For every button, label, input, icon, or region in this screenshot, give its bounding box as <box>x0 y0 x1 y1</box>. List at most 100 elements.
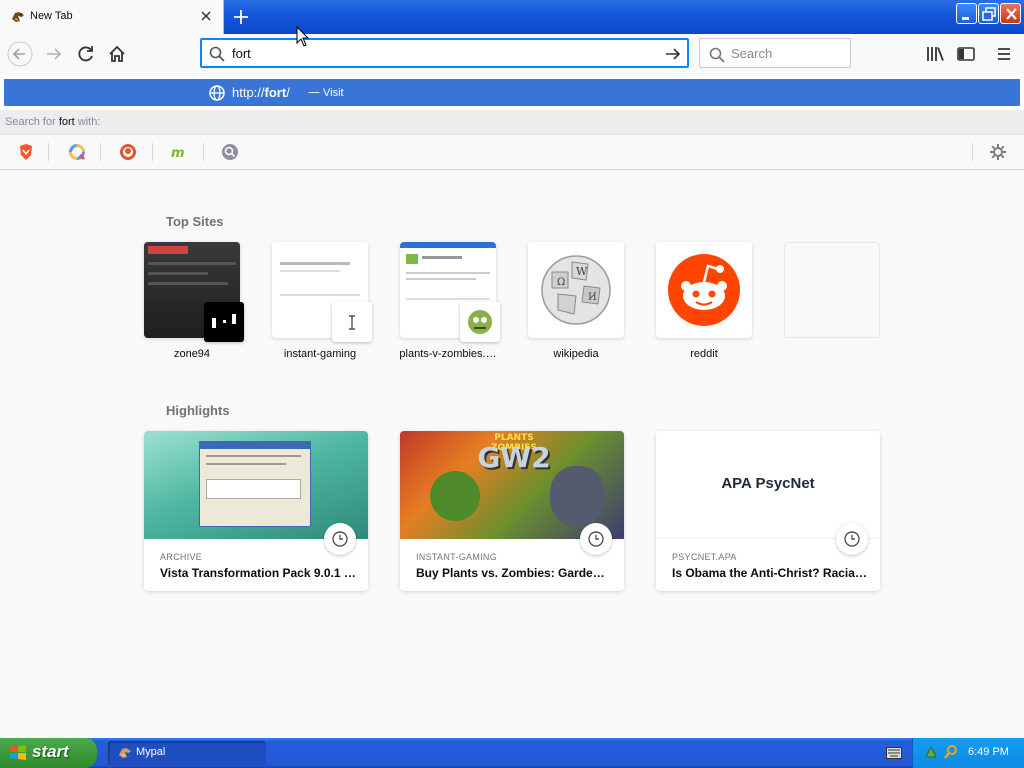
highlight-source: PSYCNET.APA <box>672 552 737 562</box>
go-arrow-icon[interactable] <box>664 45 682 63</box>
duckduckgo-engine-icon[interactable] <box>118 142 138 162</box>
tab-new-tab[interactable]: New Tab <box>0 0 224 34</box>
title-bar: New Tab <box>0 0 1024 34</box>
clock-icon <box>580 523 612 555</box>
svg-text:m: m <box>171 146 185 161</box>
reddit-logo-icon <box>668 254 740 326</box>
visit-url-bold: fort <box>264 85 287 100</box>
visit-url-prefix: http:// <box>232 85 265 100</box>
visit-url-suffix: / <box>286 85 290 100</box>
close-icon <box>1006 8 1017 20</box>
visit-action-label: Visit <box>323 87 344 99</box>
top-site-tile-empty[interactable] <box>784 242 880 338</box>
mojeek-engine-icon[interactable]: m <box>169 142 189 162</box>
zone94-favicon <box>204 302 244 342</box>
search-for-prefix: Search for <box>5 116 59 128</box>
top-site-label: plants-v-zombies.… <box>399 348 497 360</box>
engine-divider <box>152 143 153 161</box>
highlight-card[interactable]: APA PsycNet PSYCNET.APA Is Obama the Ant… <box>656 431 880 591</box>
visit-url: http://fort/ <box>232 85 290 100</box>
engine-divider <box>203 143 204 161</box>
engine-divider <box>48 143 49 161</box>
highlight-source: INSTANT-GAMING <box>416 552 498 562</box>
search-icon <box>209 46 225 62</box>
highlight-card[interactable]: ARCHIVE Vista Transformation Pack 9.0.1 … <box>144 431 368 591</box>
wikipedia-globe-icon: W Ω И <box>541 255 611 325</box>
search-tray-icon[interactable] <box>943 744 959 760</box>
taskbar-item-mypal[interactable]: Mypal <box>108 741 266 765</box>
instant-gaming-favicon <box>332 302 372 342</box>
taskbar: start Mypal 6:49 PM <box>0 738 1024 768</box>
clock-icon <box>324 523 356 555</box>
search-icon <box>709 47 725 63</box>
restore-icon <box>982 7 996 21</box>
svg-text:Ω: Ω <box>557 277 565 288</box>
zombie-head-icon <box>468 310 492 334</box>
highlights-heading: Highlights <box>166 403 230 418</box>
text-cursor-icon <box>349 315 355 330</box>
mouse-pointer-icon <box>296 26 310 47</box>
qwant-engine-icon[interactable] <box>67 142 87 162</box>
top-site-tile-wikipedia[interactable]: W Ω И <box>528 242 624 338</box>
visit-separator: — <box>308 85 320 99</box>
taskbar-clock: 6:49 PM <box>968 746 1009 758</box>
hamburger-menu-icon[interactable] <box>990 40 1018 68</box>
autocomplete-visit-row[interactable]: http://fort/ — Visit <box>4 79 1020 106</box>
minimize-icon <box>962 17 969 20</box>
start-button[interactable]: start <box>0 738 97 768</box>
system-tray: 6:49 PM <box>912 738 1024 768</box>
search-for-suffix: with: <box>74 116 101 128</box>
svg-text:W: W <box>576 265 588 278</box>
engine-divider <box>100 143 101 161</box>
url-bar[interactable]: fort <box>200 38 689 68</box>
url-input[interactable]: fort <box>232 46 251 61</box>
library-icon[interactable] <box>921 40 949 68</box>
restore-button[interactable] <box>978 3 999 24</box>
reload-icon[interactable] <box>72 40 100 68</box>
taskbar-item-label: Mypal <box>136 746 166 758</box>
top-site-label: wikipedia <box>553 348 599 360</box>
mypal-logo-icon <box>12 12 24 22</box>
highlight-title: Buy Plants vs. Zombies: Garden … <box>416 566 612 580</box>
keyboard-icon[interactable] <box>886 747 902 759</box>
start-label: start <box>32 742 69 761</box>
highlight-title: Vista Transformation Pack 9.0.1 :… <box>160 566 356 580</box>
svg-text:И: И <box>588 292 597 303</box>
search-engine-icon[interactable] <box>220 142 240 162</box>
windows-flag-icon <box>10 745 26 760</box>
navigation-toolbar: fort Search <box>0 34 1024 74</box>
gear-icon[interactable] <box>988 142 1008 162</box>
globe-icon <box>209 85 225 101</box>
search-bar[interactable]: Search <box>699 38 851 68</box>
brave-engine-icon[interactable] <box>16 142 36 162</box>
autocomplete-popup: http://fort/ — Visit Search for fort wit… <box>0 74 1024 170</box>
mypal-logo-icon <box>119 748 131 758</box>
close-tab-icon[interactable] <box>198 8 214 24</box>
pvz-favicon <box>460 302 500 342</box>
new-tab-plus-icon[interactable] <box>228 5 254 29</box>
instant-gaming-thumbnail <box>280 262 350 265</box>
highlight-card[interactable]: PLANTS ZOMBIES GW2 INSTANT-GAMING Buy Pl… <box>400 431 624 591</box>
network-icon[interactable] <box>923 744 939 760</box>
top-site-label: instant-gaming <box>283 348 357 360</box>
search-for-row: Search for fort with: <box>0 110 1024 134</box>
pvz-logo-main: GW2 <box>477 441 551 474</box>
top-site-label: reddit <box>690 348 718 360</box>
forward-arrow-icon[interactable] <box>40 40 68 68</box>
newtab-page: Top Sites zone94 instant-gaming plants-v… <box>0 170 1024 738</box>
sidebar-toggle-icon[interactable] <box>952 40 980 68</box>
close-window-button[interactable] <box>1000 3 1021 24</box>
one-off-search-engines: m <box>0 134 1024 169</box>
back-arrow-icon[interactable] <box>6 40 34 68</box>
top-site-tile-reddit[interactable] <box>656 242 752 338</box>
home-icon[interactable] <box>103 40 131 68</box>
search-for-label: Search for fort with: <box>5 116 100 128</box>
apa-psycnet-logo: APA PsycNet <box>721 475 815 492</box>
highlight-title: Is Obama the Anti-Christ? Racial … <box>672 566 868 580</box>
minimize-button[interactable] <box>956 3 977 24</box>
search-for-query: fort <box>58 116 75 128</box>
top-site-label: zone94 <box>173 348 211 360</box>
highlight-source: ARCHIVE <box>160 552 203 562</box>
search-placeholder: Search <box>731 46 773 61</box>
top-sites-heading: Top Sites <box>166 214 224 229</box>
